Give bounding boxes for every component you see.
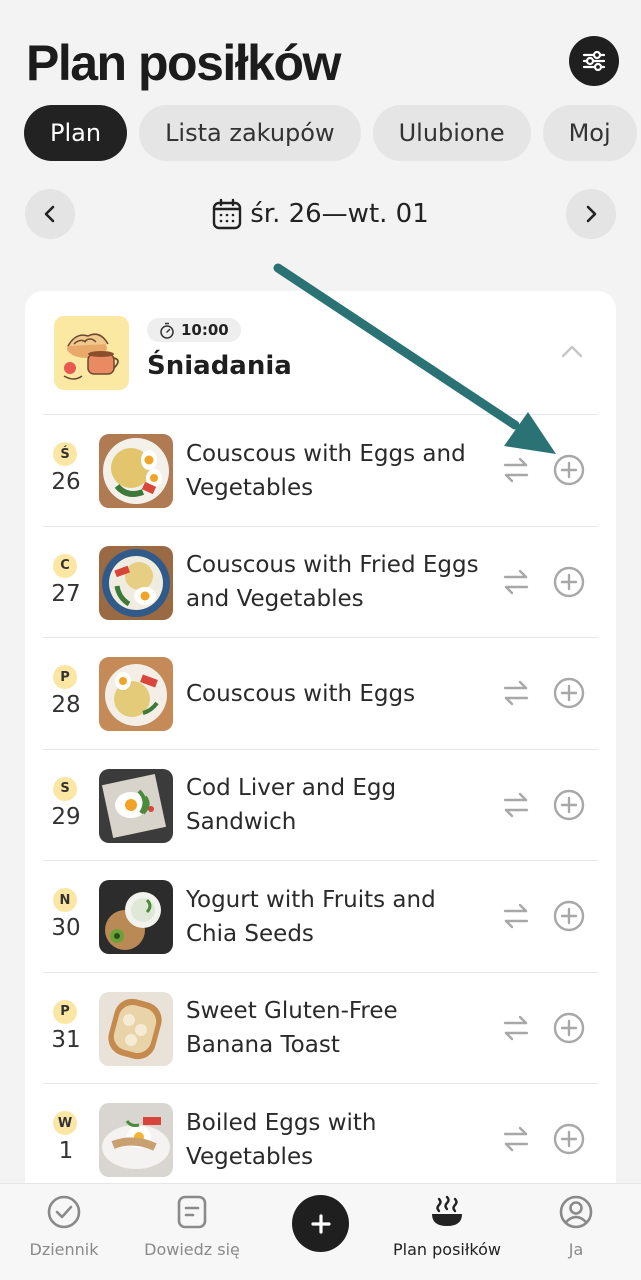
day-letter-badge: W — [53, 1111, 77, 1135]
swap-icon[interactable] — [501, 567, 531, 597]
tab-mine[interactable]: Moj — [542, 105, 637, 161]
breakfast-illustration — [54, 316, 129, 390]
meal-time-badge: 10:00 — [147, 318, 241, 342]
meal-name[interactable]: Couscous with Eggs and Vegetables — [186, 415, 486, 526]
nav-label: Dziennik — [29, 1240, 99, 1259]
day-letter-badge: P — [53, 999, 77, 1024]
meal-title: Śniadania — [147, 351, 292, 381]
meal-name[interactable]: Cod Liver and Egg Sandwich — [186, 750, 486, 861]
list-item[interactable]: C 27 Couscous with Fried Eggs and Vegeta… — [43, 525, 598, 638]
swap-icon[interactable] — [501, 1013, 531, 1043]
date-range-label: śr. 26—wt. 01 — [250, 199, 429, 229]
list-item[interactable]: Ś 26 Couscous with Eggs and Vegetables — [43, 414, 598, 526]
add-button[interactable] — [292, 1195, 349, 1252]
chevron-up-icon[interactable] — [560, 343, 584, 359]
nav-label: Plan posiłków — [393, 1240, 501, 1259]
meal-name[interactable]: Yogurt with Fruits and Chia Seeds — [186, 861, 486, 972]
day-number: 31 — [51, 1026, 81, 1053]
day-letter-badge: N — [53, 888, 77, 912]
swap-icon[interactable] — [501, 455, 531, 485]
nav-learn[interactable]: Dowiedz się — [137, 1184, 247, 1280]
meal-list: Ś 26 Couscous with Eggs and Vegetables C… — [43, 414, 598, 1195]
add-circle-icon[interactable] — [552, 1011, 586, 1045]
list-item[interactable]: N 30 Yogurt with Fruits and Chia Seeds — [43, 860, 598, 972]
meal-time: 10:00 — [181, 321, 229, 339]
food-photo — [99, 1103, 173, 1177]
article-icon — [177, 1195, 207, 1229]
sliders-icon — [582, 50, 606, 72]
day-number: 29 — [51, 803, 81, 830]
nav-profile[interactable]: Ja — [531, 1184, 621, 1280]
day-letter-badge: P — [53, 665, 77, 689]
swap-icon[interactable] — [501, 1124, 531, 1154]
day-letter-badge: C — [53, 553, 77, 578]
meal-name[interactable]: Couscous with Eggs — [186, 638, 486, 749]
food-photo — [99, 434, 173, 508]
profile-icon — [559, 1195, 593, 1229]
date-navigation: śr. 26—wt. 01 — [25, 189, 616, 239]
tab-plan[interactable]: Plan — [24, 105, 128, 161]
tab-favorites[interactable]: Ulubione — [372, 105, 531, 161]
day-number: 1 — [58, 1138, 74, 1164]
meal-header[interactable]: 10:00 Śniadania — [25, 291, 616, 414]
chevron-left-icon — [44, 205, 55, 223]
food-photo — [99, 991, 173, 1066]
bottom-navigation: Dziennik Dowiedz się Plan posiłków Ja — [0, 1183, 641, 1280]
day-number: 26 — [51, 469, 81, 495]
header: Plan posiłków — [26, 34, 341, 92]
add-circle-icon[interactable] — [552, 453, 586, 487]
meal-name[interactable]: Couscous with Fried Eggs and Vegetables — [186, 527, 486, 638]
filter-button[interactable] — [569, 36, 619, 86]
page-title: Plan posiłków — [26, 35, 341, 91]
date-range[interactable]: śr. 26—wt. 01 — [212, 198, 429, 230]
food-photo — [99, 657, 173, 731]
next-week-button[interactable] — [565, 189, 616, 239]
swap-icon[interactable] — [501, 790, 531, 820]
food-photo — [99, 768, 173, 843]
stopwatch-icon — [160, 322, 174, 339]
food-photo — [99, 545, 173, 620]
list-item[interactable]: S 29 Cod Liver and Egg Sandwich — [43, 748, 598, 861]
calendar-icon — [213, 198, 242, 230]
swap-icon[interactable] — [501, 678, 531, 708]
day-number: 27 — [51, 580, 81, 607]
tab-shopping-list[interactable]: Lista zakupów — [139, 105, 361, 161]
nav-meal-plan[interactable]: Plan posiłków — [382, 1184, 512, 1280]
check-circle-icon — [47, 1195, 81, 1229]
add-circle-icon[interactable] — [552, 676, 586, 710]
chevron-right-icon — [586, 205, 597, 223]
meal-card: 10:00 Śniadania Ś 26 Couscous with Eggs … — [25, 291, 616, 1211]
food-photo — [99, 880, 173, 954]
bowl-icon — [432, 1195, 462, 1226]
add-circle-icon[interactable] — [552, 565, 586, 599]
tab-bar: Plan Lista zakupów Ulubione Moj — [24, 105, 641, 161]
plus-icon — [310, 1213, 331, 1234]
day-letter-badge: S — [53, 776, 77, 801]
nav-label: Ja — [568, 1240, 584, 1259]
prev-week-button[interactable] — [25, 189, 75, 239]
list-item[interactable]: P 28 Couscous with Eggs — [43, 637, 598, 749]
day-letter-badge: Ś — [53, 442, 77, 466]
nav-journal[interactable]: Dziennik — [14, 1184, 114, 1280]
day-number: 30 — [51, 915, 81, 941]
add-circle-icon[interactable] — [552, 1122, 586, 1156]
add-circle-icon[interactable] — [552, 788, 586, 822]
list-item[interactable]: P 31 Sweet Gluten-Free Banana Toast — [43, 971, 598, 1084]
swap-icon[interactable] — [501, 901, 531, 931]
add-circle-icon[interactable] — [552, 899, 586, 933]
meal-name[interactable]: Sweet Gluten-Free Banana Toast — [186, 973, 486, 1084]
day-number: 28 — [51, 692, 81, 718]
nav-label: Dowiedz się — [144, 1240, 240, 1259]
list-item[interactable]: W 1 Boiled Eggs with Vegetables — [43, 1083, 598, 1195]
meal-name[interactable]: Boiled Eggs with Vegetables — [186, 1084, 486, 1195]
